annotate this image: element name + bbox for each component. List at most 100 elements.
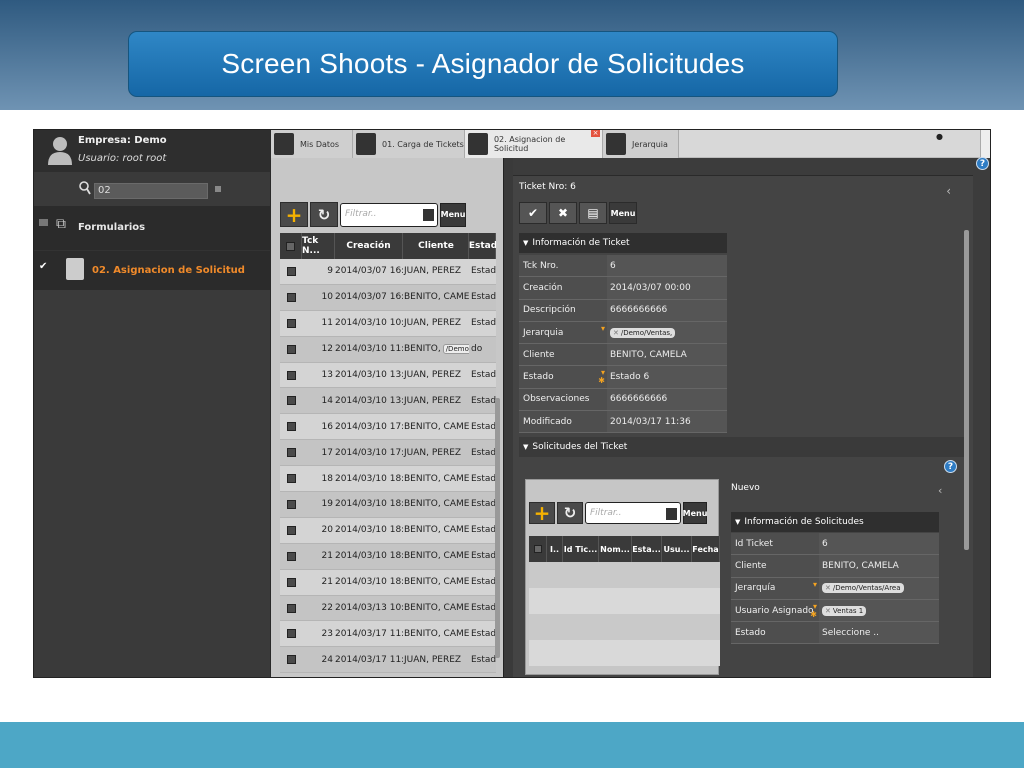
- chip-tag[interactable]: ✕/Demo/Ventas/Area: [822, 583, 904, 594]
- help-icon[interactable]: ?: [976, 157, 989, 170]
- row-checkbox[interactable]: [280, 570, 302, 595]
- field-value[interactable]: 2014/03/07 00:00: [607, 277, 727, 299]
- field-value[interactable]: 6: [819, 533, 939, 555]
- add-button[interactable]: +: [529, 501, 555, 525]
- row-checkbox[interactable]: [280, 466, 302, 491]
- form-view-button[interactable]: ▤: [579, 202, 607, 224]
- close-tab-icon[interactable]: ×: [591, 130, 600, 137]
- row-checkbox[interactable]: [280, 388, 302, 413]
- section-solicitudes[interactable]: ▼ Solicitudes del Ticket: [519, 437, 967, 457]
- table-row[interactable]: 202014/03/10 18:23BENITO, CAMELAEstado: [280, 517, 496, 544]
- sidebar-item-asignacion[interactable]: ✔ 02. Asignacion de Solicitud: [34, 250, 270, 290]
- field-value[interactable]: 2014/03/17 11:36: [607, 411, 727, 433]
- search-clear-icon[interactable]: [215, 186, 221, 192]
- filter-input[interactable]: Filtrar..: [585, 502, 681, 524]
- row-checkbox[interactable]: [280, 363, 302, 388]
- table-row[interactable]: 192014/03/10 18:10BENITO, CAMELAEstado: [280, 492, 496, 518]
- help-icon[interactable]: ?: [944, 460, 957, 473]
- sidebar-section-formularios[interactable]: ⧉ Formularios: [34, 206, 270, 250]
- row-checkbox[interactable]: [280, 259, 302, 284]
- table-row[interactable]: 112014/03/10 10:29JUAN, PEREZ Estado: [280, 310, 496, 337]
- select-all-checkbox[interactable]: [529, 536, 547, 562]
- select-all-checkbox[interactable]: [280, 233, 302, 259]
- tab-jerarquia[interactable]: Jerarquia: [603, 130, 679, 158]
- table-row[interactable]: [529, 640, 720, 666]
- section-info-ticket[interactable]: ▼ Información de Ticket: [519, 233, 727, 253]
- field-value[interactable]: BENITO, CAMELA: [607, 344, 727, 366]
- menu-button[interactable]: Menu: [440, 202, 466, 227]
- table-row[interactable]: 172014/03/10 17:40JUAN, PEREZ Estado: [280, 440, 496, 467]
- table-row[interactable]: 92014/03/07 16:30JUAN, PEREZ Estado: [280, 259, 496, 285]
- tab-carga-tickets[interactable]: 01. Carga de Tickets: [353, 130, 465, 158]
- col-cliente[interactable]: Cliente: [403, 233, 469, 259]
- col-i[interactable]: I..: [547, 536, 563, 562]
- chip-tag[interactable]: ✕ Ventas 1: [822, 605, 867, 616]
- menu-button[interactable]: Menu: [683, 502, 707, 524]
- row-checkbox[interactable]: [280, 492, 302, 517]
- row-checkbox[interactable]: [280, 596, 302, 621]
- table-row[interactable]: 162014/03/10 17:21BENITO, CAMELAEstado: [280, 414, 496, 441]
- tab-asignacion[interactable]: 02. Asignacion de Solicitud ×: [465, 130, 603, 158]
- row-checkbox[interactable]: [280, 337, 302, 362]
- field-value[interactable]: Estado 6: [607, 366, 727, 388]
- panel-splitter[interactable]: [503, 158, 513, 677]
- table-row[interactable]: 242014/03/17 11:46JUAN, PEREZ Estado: [280, 647, 496, 674]
- col-estado[interactable]: Esta...: [632, 536, 662, 562]
- search-icon[interactable]: [79, 181, 91, 195]
- col-tck[interactable]: Tck N...: [302, 233, 335, 259]
- refresh-button[interactable]: ↻: [557, 502, 583, 524]
- field-value[interactable]: ✕/Demo/Ventas,: [607, 321, 727, 344]
- col-fecha[interactable]: Fecha: [692, 536, 720, 562]
- add-button[interactable]: +: [280, 202, 308, 227]
- tab-mis-datos[interactable]: Mis Datos: [271, 130, 353, 158]
- collapse-toggle[interactable]: [39, 219, 48, 226]
- table-row[interactable]: 102014/03/07 16:56BENITO, CAMELAEstado: [280, 284, 496, 311]
- row-checkbox[interactable]: [280, 621, 302, 646]
- field-value[interactable]: 6666666666: [607, 299, 727, 321]
- col-estado[interactable]: Estad: [469, 233, 496, 259]
- cancel-button[interactable]: ✖: [549, 202, 577, 224]
- field-value[interactable]: 6: [607, 255, 727, 277]
- field-value[interactable]: Seleccione ..: [819, 622, 939, 644]
- table-row[interactable]: 122014/03/10 11:29BENITO,/Demo/Ventasdo: [280, 336, 496, 363]
- field-value[interactable]: ✕/Demo/Ventas/Area: [819, 577, 939, 599]
- detail-scrollbar[interactable]: [964, 230, 969, 550]
- table-row[interactable]: 232014/03/17 11:43BENITO, CAMELAEstado: [280, 621, 496, 648]
- filter-input[interactable]: Filtrar..: [340, 202, 438, 227]
- refresh-button[interactable]: ↻: [310, 202, 338, 227]
- search-input[interactable]: 02: [94, 183, 208, 199]
- field-value[interactable]: ✕ Ventas 1: [819, 599, 939, 622]
- filter-clear-icon[interactable]: [666, 508, 677, 520]
- filter-clear-icon[interactable]: [423, 208, 434, 221]
- accept-button[interactable]: ✔: [519, 202, 547, 224]
- dropdown-icon[interactable]: ▾: [601, 324, 605, 333]
- menu-button[interactable]: Menu: [609, 202, 637, 224]
- collapse-chevron-icon[interactable]: ‹: [946, 184, 951, 198]
- row-checkbox[interactable]: [280, 311, 302, 336]
- field-value[interactable]: BENITO, CAMELA: [819, 555, 939, 577]
- table-row[interactable]: [529, 614, 720, 640]
- col-usuario[interactable]: Usu...: [662, 536, 692, 562]
- tab-scroll[interactable]: [980, 130, 990, 158]
- table-row[interactable]: 132014/03/10 13:03JUAN, PEREZ Estado: [280, 362, 496, 389]
- field-value[interactable]: 6666666666: [607, 388, 727, 411]
- row-checkbox[interactable]: [280, 544, 302, 569]
- table-row[interactable]: [529, 562, 720, 588]
- row-checkbox[interactable]: [280, 285, 302, 310]
- row-checkbox[interactable]: [280, 414, 302, 439]
- grid-scrollbar[interactable]: [495, 398, 500, 658]
- col-id-ticket[interactable]: Id Tic...: [563, 536, 599, 562]
- row-checkbox[interactable]: [280, 518, 302, 543]
- table-row[interactable]: 142014/03/10 13:34JUAN, PEREZ Estado: [280, 388, 496, 415]
- row-checkbox[interactable]: [280, 440, 302, 465]
- dropdown-icon[interactable]: ▾: [813, 580, 817, 589]
- table-row[interactable]: 212014/03/10 18:29BENITO, CAMELAEstado: [280, 569, 496, 596]
- chip-tag[interactable]: ✕/Demo/Ventas,: [610, 327, 676, 338]
- table-row[interactable]: [529, 588, 720, 614]
- table-row[interactable]: 212014/03/10 18:29BENITO, CAMELAEstado: [280, 543, 496, 570]
- col-nombre[interactable]: Nom...: [599, 536, 632, 562]
- collapse-chevron-icon[interactable]: ‹: [938, 484, 942, 497]
- row-checkbox[interactable]: [280, 647, 302, 672]
- table-row[interactable]: 182014/03/10 18:00BENITO, CAMELAEstado: [280, 466, 496, 493]
- section-info-solicitudes[interactable]: ▼ Información de Solicitudes: [731, 512, 939, 532]
